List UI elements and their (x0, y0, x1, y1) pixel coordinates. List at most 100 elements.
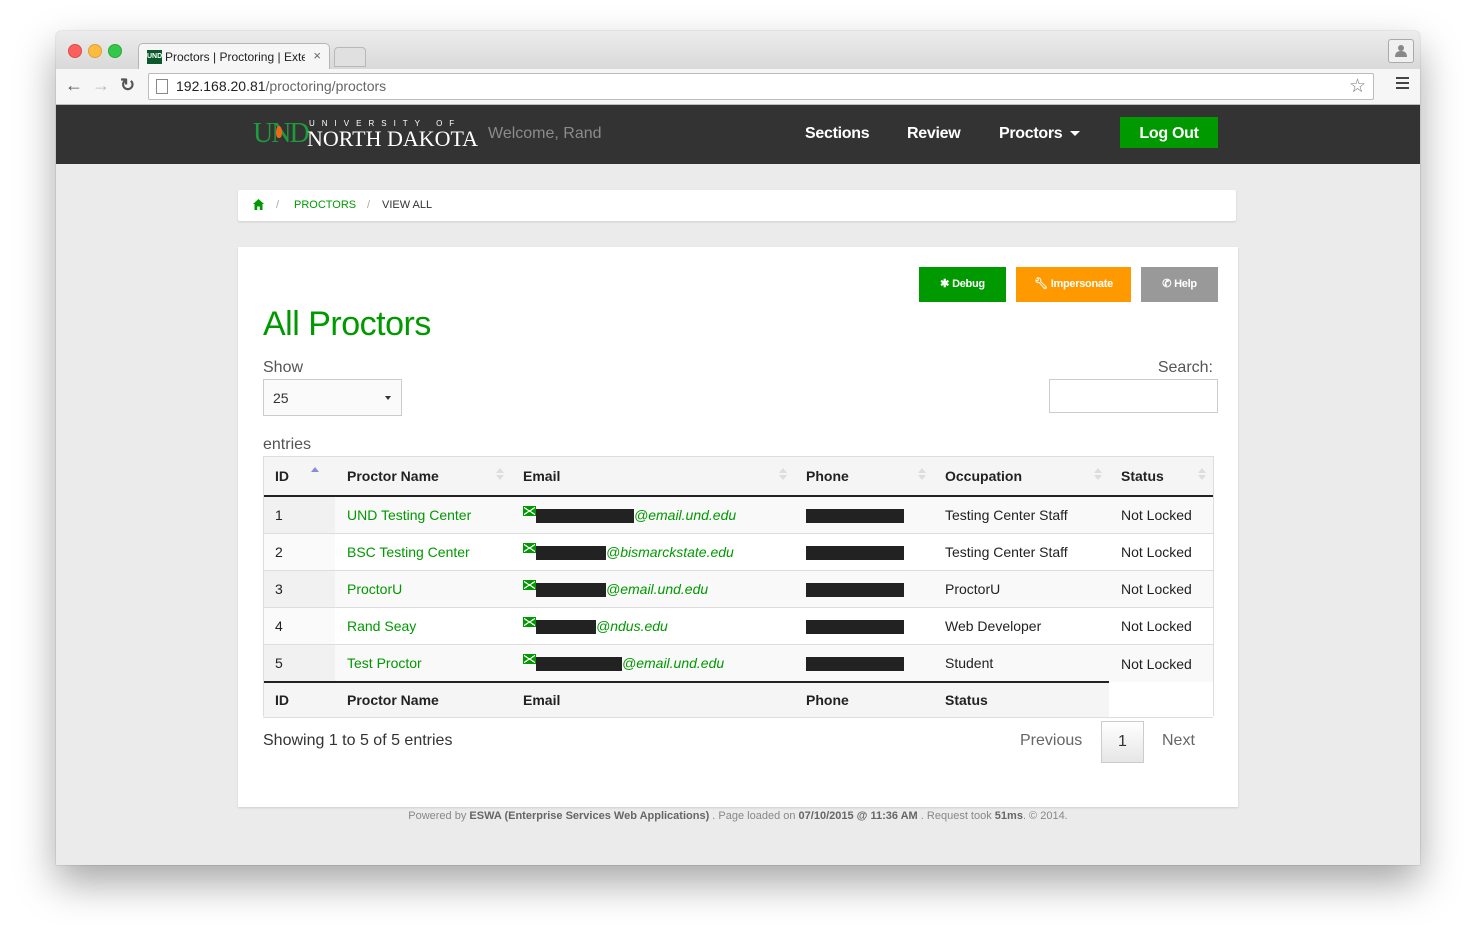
nav-proctors-dropdown[interactable]: Proctors (999, 125, 1081, 143)
sort-asc-icon (311, 467, 319, 483)
cell-phone (794, 644, 933, 682)
footer-col-status: Status (933, 681, 1109, 718)
footer-col-blank (1109, 682, 1213, 718)
proctor-name-link[interactable]: Rand Seay (347, 618, 416, 634)
sort-icon (1094, 468, 1102, 484)
impersonate-button[interactable]: 🔧︎ Impersonate (1016, 267, 1131, 302)
proctor-name-link[interactable]: ProctorU (347, 581, 402, 597)
dropdown-arrow-icon (385, 396, 391, 400)
debug-button[interactable]: ✱ Debug (919, 267, 1006, 302)
redacted-block (806, 657, 904, 672)
entries-label: entries (263, 436, 312, 453)
caret-down-icon (1070, 131, 1081, 137)
top-navbar: UND UNIVERSITY OF NORTH DAKOTA Welcome, … (56, 105, 1420, 164)
cell-occupation: Testing Center Staff (933, 495, 1109, 534)
home-icon[interactable] (253, 199, 264, 210)
search-label: Search: (1157, 359, 1213, 376)
nav-sections[interactable]: Sections (805, 125, 870, 143)
wrench-icon: 🔧︎ (1034, 278, 1048, 290)
tab-title: Proctors | Proctoring | Exte (165, 50, 305, 64)
nav-review[interactable]: Review (907, 125, 961, 143)
col-name-header[interactable]: Proctor Name (335, 456, 511, 497)
browser-window: UND Proctors | Proctoring | Exte × ← → ↻… (56, 31, 1420, 865)
col-occupation-header[interactable]: Occupation (933, 456, 1109, 497)
proctor-name-link[interactable]: BSC Testing Center (347, 544, 470, 560)
address-bar[interactable]: 192.168.20.81/proctoring/proctors ☆ (148, 73, 1374, 100)
email-domain[interactable]: @email.und.edu (622, 655, 724, 671)
show-label: Show (263, 359, 304, 376)
proctor-name-link[interactable]: UND Testing Center (347, 507, 471, 523)
col-status-label: Status (1121, 468, 1164, 484)
url-text[interactable]: 192.168.20.81/proctoring/proctors (176, 78, 386, 94)
pagination-next[interactable]: Next (1162, 732, 1195, 750)
col-phone-label: Phone (806, 468, 849, 484)
table-row: 5 Test Proctor @email.und.edu Student No… (263, 644, 1213, 682)
sort-icon (918, 468, 926, 484)
cell-occupation: Web Developer (933, 607, 1109, 645)
cell-occupation: Student (933, 644, 1109, 682)
forward-arrow-icon[interactable]: → (92, 75, 110, 96)
help-label: Help (1174, 278, 1197, 290)
profile-button[interactable] (1388, 39, 1414, 63)
cell-email[interactable]: @email.und.edu (511, 644, 794, 682)
close-window-button[interactable] (68, 44, 82, 58)
logout-button[interactable]: Log Out (1120, 117, 1218, 148)
page-footer: Powered by ESWA (Enterprise Services Web… (56, 810, 1420, 822)
bookmark-star-icon[interactable]: ☆ (1349, 75, 1366, 98)
maximize-window-button[interactable] (108, 44, 122, 58)
cell-name: BSC Testing Center (335, 533, 511, 571)
proctors-table: ID Proctor Name Email Phone Occupation S… (263, 456, 1213, 718)
col-status-header[interactable]: Status (1109, 456, 1213, 497)
back-arrow-icon[interactable]: ← (65, 75, 83, 96)
minimize-window-button[interactable] (88, 44, 102, 58)
email-domain[interactable]: @email.und.edu (634, 507, 736, 523)
envelope-icon (523, 542, 536, 553)
footer-col-id: ID (263, 681, 335, 718)
breadcrumb-proctors[interactable]: PROCTORS (294, 199, 356, 211)
help-button[interactable]: ✆ Help (1141, 267, 1218, 302)
new-tab-button[interactable] (334, 47, 366, 67)
hamburger-menu-icon[interactable] (1396, 77, 1409, 92)
proctor-name-link[interactable]: Test Proctor (347, 655, 422, 671)
pagination-page-1[interactable]: 1 (1101, 721, 1144, 763)
entries-length-select[interactable]: 25 (263, 379, 402, 416)
envelope-icon (523, 579, 536, 590)
envelope-icon (523, 616, 536, 627)
cell-email[interactable]: @bismarckstate.edu (511, 533, 794, 571)
pagination-previous[interactable]: Previous (1020, 732, 1082, 750)
footer-powered-by: Powered by (408, 810, 467, 822)
cell-status: Not Locked (1109, 533, 1213, 571)
email-domain[interactable]: @bismarckstate.edu (606, 544, 734, 560)
breadcrumb-view-all: VIEW ALL (382, 199, 433, 211)
cell-email[interactable]: @ndus.edu (511, 607, 794, 645)
url-path: /proctoring/proctors (265, 78, 387, 94)
email-domain[interactable]: @email.und.edu (606, 581, 708, 597)
col-email-header[interactable]: Email (511, 456, 794, 497)
redacted-block (536, 583, 606, 598)
col-id-header[interactable]: ID (263, 456, 335, 497)
cell-name: Test Proctor (335, 644, 511, 682)
cell-email[interactable]: @email.und.edu (511, 570, 794, 608)
welcome-text: Welcome, Rand (488, 125, 602, 142)
phone-icon: ✆ (1162, 278, 1172, 290)
page-title: All Proctors (263, 305, 431, 343)
redacted-block (536, 509, 634, 524)
footer-copyright: . © 2014. (1022, 810, 1068, 822)
footer-col-phone: Phone (794, 681, 933, 718)
redacted-block (806, 546, 904, 561)
table-row: 3 ProctorU @email.und.edu ProctorU Not L… (263, 570, 1213, 608)
footer-col-email: Email (511, 681, 794, 718)
nav-proctors-label: Proctors (999, 125, 1063, 142)
browser-tab[interactable]: UND Proctors | Proctoring | Exte × (138, 43, 330, 70)
col-phone-header[interactable]: Phone (794, 456, 933, 497)
redacted-block (536, 620, 596, 635)
cell-occupation: Testing Center Staff (933, 533, 1109, 571)
reload-icon[interactable]: ↻ (120, 75, 135, 96)
tab-close-icon[interactable]: × (313, 48, 321, 63)
breadcrumb: / PROCTORS / VIEW ALL (238, 190, 1236, 221)
email-domain[interactable]: @ndus.edu (596, 618, 668, 634)
search-input[interactable] (1049, 379, 1218, 413)
cell-id: 2 (263, 533, 335, 571)
cell-email[interactable]: @email.und.edu (511, 495, 794, 534)
cell-phone (794, 495, 933, 534)
